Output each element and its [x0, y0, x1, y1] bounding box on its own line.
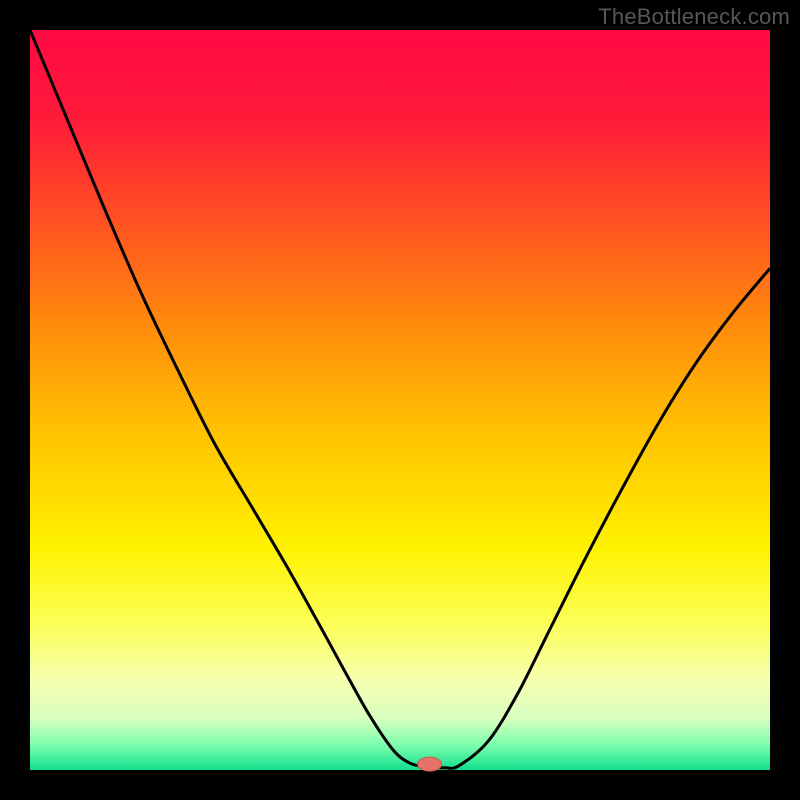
chart-frame: { "watermark": "TheBottleneck.com", "col… [0, 0, 800, 800]
bottleneck-chart [0, 0, 800, 800]
watermark-text: TheBottleneck.com [598, 4, 790, 30]
plot-background [30, 30, 770, 770]
optimal-marker [418, 757, 442, 771]
